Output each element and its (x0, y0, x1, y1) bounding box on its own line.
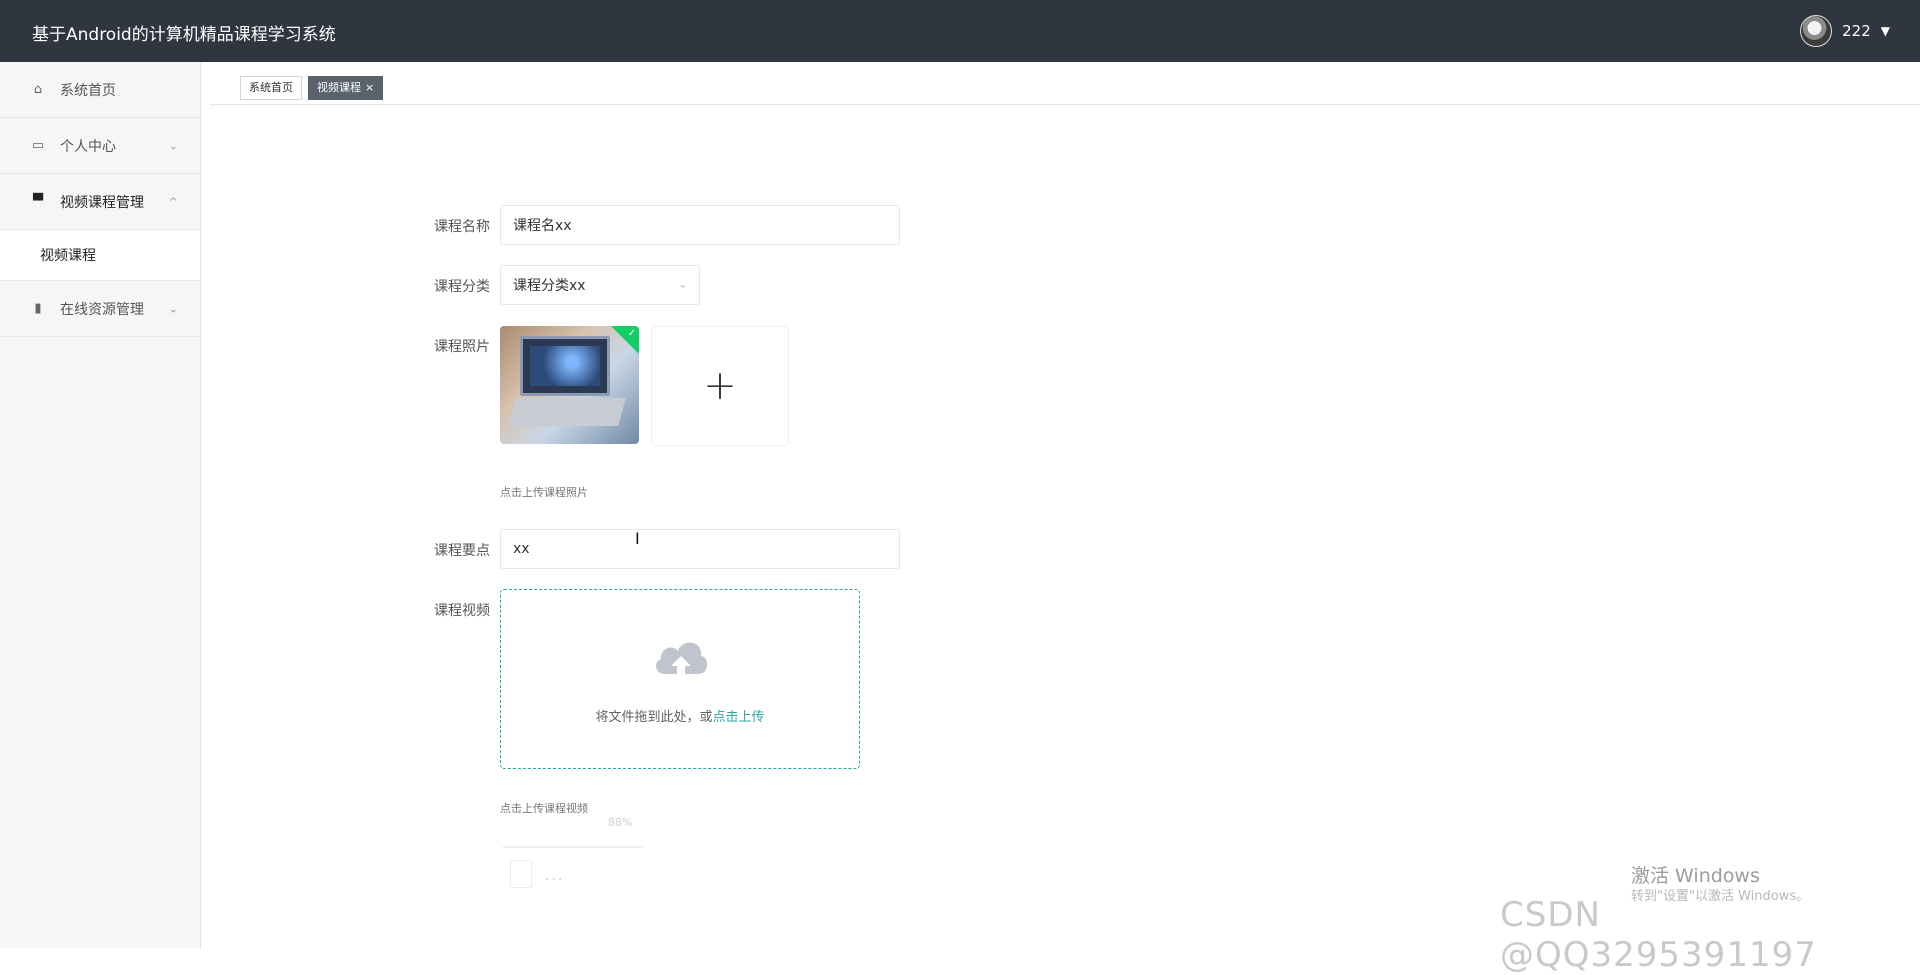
course-name-label: 课程名称 (434, 219, 490, 235)
sidebar-item-label: 视频课程管理 (60, 194, 144, 211)
course-video-label: 课程视频 (434, 603, 490, 619)
upload-progress-bar (503, 846, 643, 848)
app-title: 基于Android的计算机精品课程学习系统 (32, 25, 336, 45)
check-icon: ✓ (627, 328, 636, 339)
user-menu[interactable]: 222 ▼ (1800, 15, 1890, 47)
avatar[interactable] (1800, 15, 1833, 47)
document-icon (510, 860, 532, 888)
windows-activation-watermark: 激活 Windows (1631, 865, 1760, 887)
selected-value: 课程分类xx (513, 278, 586, 294)
cloud-upload-icon (656, 642, 708, 676)
plus-icon: + (703, 363, 737, 409)
chevron-down-icon: ⌄ (678, 279, 687, 291)
course-key-points-input[interactable]: xx (500, 529, 900, 569)
drag-instruction: 将文件拖到此处，或 (595, 710, 713, 725)
username[interactable]: 222 (1842, 22, 1871, 40)
file-name-placeholder: ... (545, 868, 565, 884)
course-category-label: 课程分类 (434, 279, 490, 295)
chevron-up-icon: ^ (168, 195, 178, 208)
divider (210, 104, 1920, 105)
photo-keyboard (508, 398, 626, 426)
clipboard-icon: ▮ (34, 301, 42, 316)
sidebar-subitem-video-course[interactable]: 视频课程 (0, 230, 200, 281)
course-category-select[interactable]: 课程分类xx ⌄ (500, 265, 700, 305)
video-upload-hint: 点击上传课程视频 (500, 802, 588, 815)
top-bar: 基于Android的计算机精品课程学习系统 222 ▼ (0, 0, 1920, 62)
csdn-watermark: CSDN @QQ3295391197 (1500, 895, 1817, 975)
video-upload-dropzone[interactable]: 将文件拖到此处，或点击上传 (500, 589, 860, 769)
tab-label: 视频课程 (317, 81, 361, 94)
chevron-down-icon: ⌄ (168, 139, 178, 152)
upload-progress-percent: 88% (608, 816, 633, 829)
home-icon: ⌂ (33, 82, 43, 97)
photo-upload-hint: 点击上传课程照片 (500, 486, 588, 499)
course-photo-label: 课程照片 (434, 339, 490, 355)
sidebar-item-online-resources[interactable]: ▮ 在线资源管理 ⌄ (0, 281, 200, 337)
uploaded-photo-thumbnail[interactable]: ✓ (500, 326, 639, 444)
caret-down-icon[interactable]: ▼ (1881, 24, 1890, 38)
add-photo-button[interactable]: + (651, 326, 789, 446)
brush-icon: ▀ (33, 194, 43, 209)
tab-video-course[interactable]: 视频课程 × (308, 76, 384, 100)
sidebar-item-label: 在线资源管理 (60, 301, 144, 318)
tab-label: 系统首页 (249, 81, 293, 94)
photo-screen (530, 346, 600, 386)
sidebar-item-home[interactable]: ⌂ 系统首页 (0, 62, 200, 118)
text-cursor-icon: I (635, 529, 640, 548)
wallet-icon: ▭ (31, 138, 45, 153)
sidebar-item-label: 系统首页 (60, 82, 116, 99)
sidebar-item-label: 个人中心 (60, 138, 116, 155)
sidebar-item-personal-center[interactable]: ▭ 个人中心 ⌄ (0, 118, 200, 174)
tab-home[interactable]: 系统首页 (240, 76, 302, 100)
chevron-down-icon: ⌄ (168, 302, 178, 315)
sidebar-item-video-course-management[interactable]: ▀ 视频课程管理 ^ (0, 174, 200, 230)
close-icon[interactable]: × (365, 81, 374, 94)
dropzone-text: 将文件拖到此处，或点击上传 (501, 706, 859, 725)
sidebar: ⌂ 系统首页 ▭ 个人中心 ⌄ ▀ 视频课程管理 ^ 视频课程 ▮ 在线资源管理… (0, 62, 201, 948)
click-upload-link[interactable]: 点击上传 (713, 710, 765, 725)
course-name-input[interactable]: 课程名xx (500, 205, 900, 245)
course-key-points-label: 课程要点 (434, 543, 490, 559)
tab-bar: 系统首页 视频课程 × (240, 76, 384, 100)
